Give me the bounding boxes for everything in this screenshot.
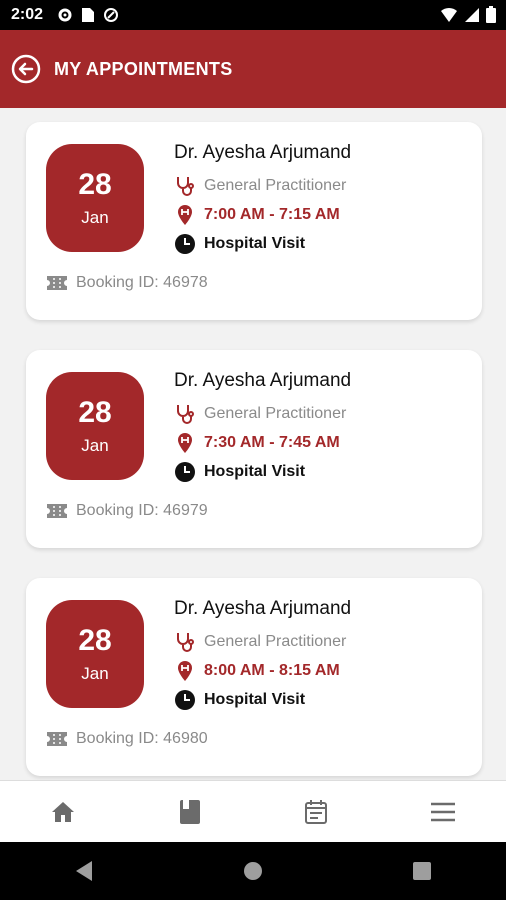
stethoscope-icon [177,633,194,652]
specialty-label: General Practitioner [204,633,347,650]
nav-calendar[interactable] [253,781,380,843]
battery-icon [486,6,496,23]
time-row: 7:30 AM - 7:45 AM [174,432,340,454]
settings-icon [58,8,72,22]
specialty-label: General Practitioner [204,177,347,194]
nav-book[interactable] [127,781,254,843]
visit-row: Hospital Visit [174,689,305,711]
back-button[interactable] [10,53,42,85]
time-label: 7:30 AM - 7:45 AM [204,434,340,451]
ticket-icon [47,276,67,290]
date-day: 28 [78,624,112,657]
status-bar: 2:02 [0,0,506,30]
booking-id: Booking ID: 46980 [76,730,208,747]
date-day: 28 [78,396,112,429]
date-badge: 28 Jan [46,600,144,708]
visit-label: Hospital Visit [204,691,306,708]
time-row: 7:00 AM - 7:15 AM [174,204,340,226]
system-recents-icon[interactable] [412,861,432,881]
signal-icon [465,7,479,22]
time-row: 8:00 AM - 8:15 AM [174,660,340,682]
time-label: 7:00 AM - 7:15 AM [204,206,340,223]
hospital-pin-icon [178,661,192,681]
app-bar: MY APPOINTMENTS [0,30,506,108]
time-label: 8:00 AM - 8:15 AM [204,662,340,679]
visit-label: Hospital Visit [204,463,306,480]
specialty-row: General Practitioner [174,631,346,653]
wifi-icon [441,7,457,22]
specialty-row: General Practitioner [174,403,346,425]
stethoscope-icon [177,177,194,196]
nav-menu[interactable] [380,781,506,843]
home-icon [52,802,75,822]
date-day: 28 [78,168,112,201]
date-month: Jan [81,436,109,455]
visit-row: Hospital Visit [174,461,305,483]
page-title: MY APPOINTMENTS [54,58,233,79]
calendar-icon [305,800,328,824]
visit-row: Hospital Visit [174,233,305,255]
back-arrow-icon [11,54,41,84]
system-back-icon[interactable] [74,860,94,882]
menu-icon [430,802,455,822]
doctor-name: Dr. Ayesha Arjumand [174,142,352,163]
nav-home[interactable] [0,781,127,843]
date-month: Jan [81,208,109,227]
hospital-pin-icon [178,205,192,225]
specialty-label: General Practitioner [204,405,347,422]
doctor-name: Dr. Ayesha Arjumand [174,370,352,391]
booking-row: Booking ID: 46980 [46,730,208,748]
ticket-icon [47,732,67,746]
booking-id: Booking ID: 46979 [76,502,208,519]
system-home-icon[interactable] [242,860,264,882]
booking-row: Booking ID: 46979 [46,502,208,520]
date-badge: 28 Jan [46,372,144,480]
appointment-card[interactable]: 28 Jan Dr. Ayesha Arjumand General Pract… [26,578,482,776]
date-month: Jan [81,664,109,683]
stethoscope-icon [177,405,194,424]
appointment-card[interactable]: 28 Jan Dr. Ayesha Arjumand General Pract… [26,122,482,320]
clock-icon [175,462,195,482]
system-nav-bar [0,842,506,900]
data-saver-icon [104,8,119,22]
doctor-name: Dr. Ayesha Arjumand [174,598,352,619]
hospital-pin-icon [178,433,192,453]
appointment-card[interactable]: 28 Jan Dr. Ayesha Arjumand General Pract… [26,350,482,548]
ticket-icon [47,504,67,518]
booking-row: Booking ID: 46978 [46,274,208,292]
specialty-row: General Practitioner [174,175,346,197]
appointment-list[interactable]: 28 Jan Dr. Ayesha Arjumand General Pract… [0,108,506,780]
status-time: 2:02 [11,6,44,23]
visit-label: Hospital Visit [204,235,306,252]
book-icon [179,800,200,824]
clock-icon [175,234,195,254]
bottom-nav [0,780,506,843]
date-badge: 28 Jan [46,144,144,252]
booking-id: Booking ID: 46978 [76,274,208,291]
clock-icon [175,690,195,710]
sim-card-icon [82,8,95,22]
